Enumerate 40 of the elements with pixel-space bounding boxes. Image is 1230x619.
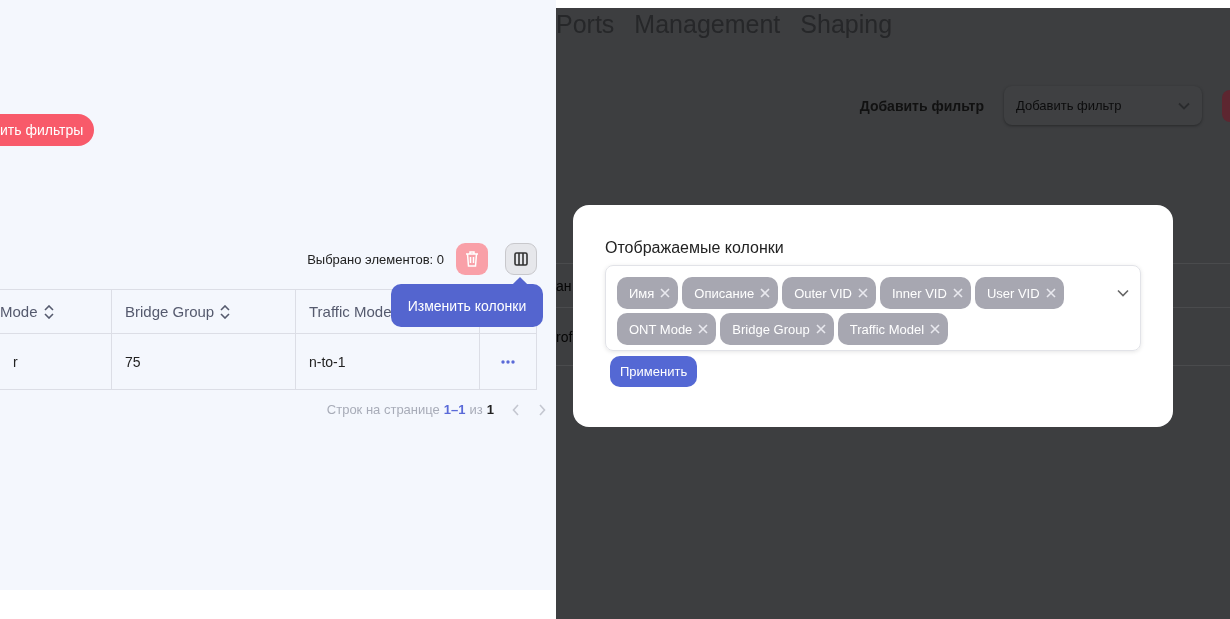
table-cell: r [0, 334, 112, 390]
close-icon [815, 324, 826, 334]
page-range: 1–1 [443, 402, 466, 417]
close-icon [660, 288, 671, 298]
more-button[interactable] [499, 357, 517, 366]
column-chip[interactable]: ONT Mode [617, 313, 717, 345]
sort-icon[interactable] [220, 304, 231, 319]
table-cell: rof [556, 328, 573, 345]
dialog-title: Отображаемые колонки [605, 239, 785, 257]
chevron-down-icon [1117, 289, 1129, 297]
close-icon [930, 324, 941, 334]
column-chip[interactable]: User VID [974, 277, 1064, 309]
column-chip[interactable]: Описание [682, 277, 779, 309]
of-label: из [469, 402, 483, 417]
total-count: 1 [486, 402, 494, 417]
column-chip[interactable]: Bridge Group [720, 313, 834, 345]
trash-icon [465, 251, 479, 267]
rows-per-page-label: Строк на странице [326, 402, 440, 417]
reset-filters-button[interactable]: ить фильтры [0, 114, 95, 146]
close-icon [952, 288, 963, 298]
close-icon [857, 288, 868, 298]
column-chip[interactable]: Имя [617, 277, 679, 309]
table-cell: ан [556, 277, 572, 294]
column-header[interactable]: Mode [0, 290, 112, 334]
more-icon [501, 359, 515, 364]
table-cell: n-to-1 [296, 334, 480, 390]
table-cell: 75 [112, 334, 296, 390]
columns-select[interactable]: Имя Описание Outer VID Inner VID User VID ONT Mode Bridge Group Traffic Model [605, 265, 1141, 351]
column-chip[interactable]: Inner VID [879, 277, 971, 309]
column-header[interactable]: Bridge Group [112, 290, 296, 334]
columns-icon [514, 252, 528, 266]
selected-count: Выбрано элементов: 0 [307, 251, 444, 267]
column-chip[interactable]: Outer VID [782, 277, 876, 309]
close-icon [760, 288, 771, 298]
apply-button[interactable]: Применить [610, 356, 698, 387]
close-icon [698, 324, 709, 334]
sort-icon[interactable] [43, 304, 54, 319]
column-chip[interactable]: Traffic Model [837, 313, 949, 345]
close-icon [1045, 288, 1056, 298]
columns-button[interactable] [505, 243, 537, 275]
